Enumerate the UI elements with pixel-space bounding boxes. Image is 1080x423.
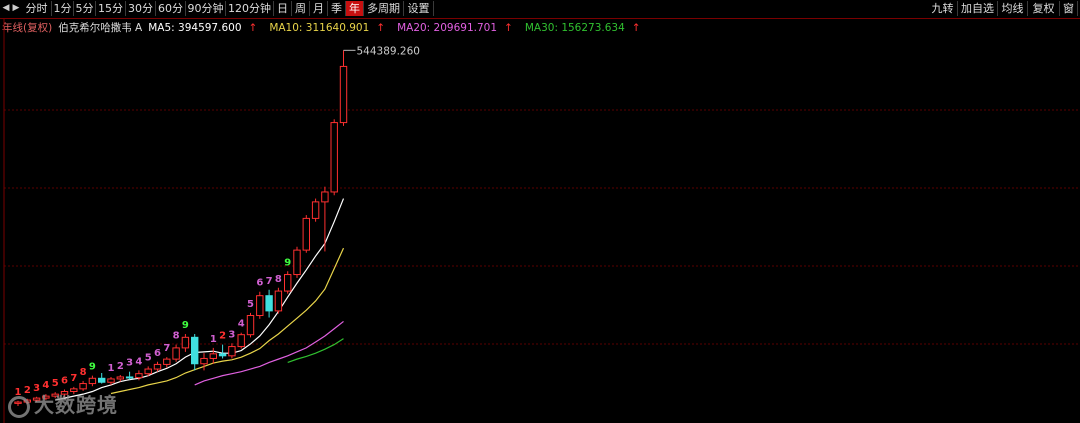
candle-body-27: [265, 295, 273, 312]
moving-average-lines: [55, 198, 345, 401]
candles: [14, 50, 348, 407]
candle-body-10: [107, 378, 115, 383]
watermark-logo-icon: [8, 395, 30, 418]
candle-body-16: [163, 358, 171, 365]
td-label-14: 6: [154, 348, 161, 359]
td-label-8: 9: [89, 362, 96, 373]
ma20-line: [194, 320, 344, 386]
candle-body-19: [191, 336, 199, 365]
td-label-11: 3: [126, 358, 133, 369]
watermark-text: 大数跨境: [34, 393, 118, 417]
high-price-marker: 544389.260: [343, 45, 420, 57]
td-label-5: 6: [61, 376, 68, 387]
candle-body-8: [88, 377, 97, 385]
candle-body-24: [237, 334, 245, 348]
watermark: 大数跨境: [8, 389, 118, 418]
candle-body-14: [144, 368, 152, 375]
td-label-22: 5: [247, 299, 254, 310]
high-price-label: 544389.260: [357, 45, 420, 57]
candlestick-chart[interactable]: 1 2 3 4 5 6 78 9 1 2 3 4 5 6 7891 2 3456 7 89 544389.260: [0, 0, 1080, 423]
td-label-25: 8: [275, 274, 282, 285]
candle-body-23: [228, 346, 236, 357]
candle-body-35: [339, 65, 348, 124]
td-label-18: 1: [210, 334, 217, 345]
candle-body-21: [209, 353, 218, 359]
candle-body-20: [200, 357, 208, 365]
candle-body-28: [274, 290, 283, 312]
td-label-20: 3: [228, 329, 235, 340]
candle-body-30: [293, 249, 301, 276]
td-label-6: 7: [70, 373, 77, 384]
td-label-23: 6: [256, 278, 263, 289]
td-label-21: 4: [238, 319, 245, 330]
candle-body-12: [125, 376, 134, 379]
td-label-10: 2: [117, 361, 124, 372]
candle-body-33: [321, 191, 329, 203]
candle-body-29: [284, 274, 292, 292]
candle-body-32: [311, 201, 320, 219]
candle-body-18: [181, 336, 190, 349]
td-label-9: 1: [108, 363, 115, 374]
candle-body-13: [135, 373, 143, 379]
td-label-12: 4: [135, 356, 142, 367]
td-label-16: 8: [173, 331, 180, 342]
td-label-13: 5: [145, 352, 152, 363]
candle-body-31: [302, 217, 311, 251]
candle-body-11: [116, 376, 124, 380]
ma5-line: [55, 198, 345, 401]
candle-body-34: [330, 122, 338, 193]
candle-body-17: [172, 347, 180, 360]
td-label-17: 9: [182, 320, 189, 331]
td-label-15: 7: [163, 343, 170, 354]
candle-body-25: [246, 315, 255, 336]
td-label-19: 2: [219, 331, 226, 342]
td-label-26: 9: [284, 257, 291, 268]
td-label-4: 5: [52, 378, 59, 389]
candle-body-15: [153, 363, 162, 370]
candle-body-26: [256, 295, 264, 317]
td-label-24: 7: [266, 276, 273, 287]
candle-body-22: [218, 353, 227, 357]
candle-body-9: [98, 377, 106, 383]
td-label-7: 8: [80, 367, 87, 378]
